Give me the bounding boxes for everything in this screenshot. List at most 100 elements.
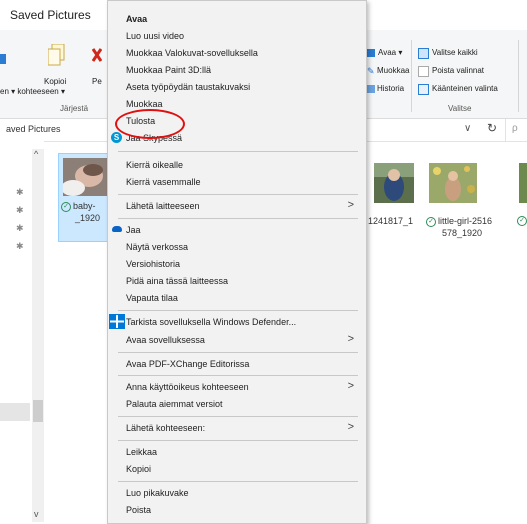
file-item-selected[interactable]: ✓ baby- _1920 — [58, 153, 108, 242]
menu-item-send-to-device[interactable]: Lähetä laitteeseen > — [108, 198, 364, 214]
address-dropdown-icon[interactable]: ∨ — [464, 123, 471, 134]
copy-icon — [48, 44, 65, 66]
menu-item-create-shortcut[interactable]: Luo pikakuvake — [126, 486, 189, 500]
history-icon — [367, 85, 375, 93]
menu-item-send-to-label: Lähetä kohteeseen: — [126, 423, 206, 433]
menu-item-version-history[interactable]: Versiohistoria — [126, 257, 180, 271]
menu-item-keep-on-device[interactable]: Pidä aina tässä laitteessa — [126, 274, 228, 288]
history-label: Historia — [377, 84, 405, 93]
menu-item-new-video[interactable]: Luo uusi video — [126, 29, 184, 43]
select-none-icon — [418, 66, 429, 77]
menu-separator — [118, 218, 358, 219]
file-item[interactable]: 1241817_1 — [366, 153, 420, 240]
invert-selection-button[interactable]: Käänteinen valinta — [418, 83, 526, 97]
address-path: aved Pictures — [6, 124, 61, 134]
search-icon: ρ — [512, 123, 518, 134]
menu-item-defender-scan-label: Tarkista sovelluksella Windows Defender.… — [126, 317, 297, 327]
pin-icon: ✱ — [16, 187, 24, 197]
menu-separator — [118, 310, 358, 311]
copy-label: Kopioi — [44, 77, 67, 86]
menu-item-give-access[interactable]: Anna käyttöoikeus kohteeseen > — [108, 379, 364, 395]
menu-item-defender-scan[interactable]: Tarkista sovelluksella Windows Defender.… — [108, 314, 364, 330]
file-name-line1: ✓ baby- — [61, 200, 96, 212]
file-name-line2: 578_1920 — [442, 228, 483, 238]
menu-item-edit-photos[interactable]: Muokkaa Valokuvat-sovelluksella — [126, 46, 258, 60]
child-photo-thumbnail — [374, 163, 414, 203]
select-all-icon — [418, 48, 429, 59]
menu-separator — [118, 416, 358, 417]
pin-icon: ✱ — [16, 223, 24, 233]
menu-item-open[interactable]: Avaa — [126, 12, 147, 26]
menu-separator — [118, 440, 358, 441]
file-item[interactable]: ✓ little-girl-2516 578_1920 — [424, 153, 504, 240]
organize-group-label: Järjestä — [60, 104, 89, 113]
menu-separator — [118, 481, 358, 482]
skype-icon: S — [111, 132, 122, 143]
file-name-line1: ✓ little-girl-2516 — [426, 215, 492, 227]
partial-photo-thumbnail — [519, 163, 527, 203]
select-all-button[interactable]: Valitse kaikki — [418, 47, 518, 61]
open-label: Avaa ▾ — [378, 48, 403, 57]
menu-item-free-space[interactable]: Vapauta tilaa — [126, 291, 178, 305]
submenu-arrow-icon: > — [347, 199, 354, 211]
submenu-arrow-icon: > — [347, 421, 354, 433]
file-item-partial[interactable]: ✓ — [516, 163, 527, 233]
menu-item-share[interactable]: Jaa — [108, 222, 364, 238]
open-button[interactable]: Avaa ▾ — [367, 47, 411, 61]
invert-selection-label: Käänteinen valinta — [432, 84, 498, 93]
delete-x-icon — [92, 48, 102, 62]
menu-separator — [118, 352, 358, 353]
open-icon — [367, 49, 375, 57]
menu-item-rotate-right[interactable]: Kierrä oikealle — [126, 158, 183, 172]
nav-scrollbar[interactable]: ^ v — [32, 149, 44, 522]
menu-separator — [118, 151, 358, 152]
menu-separator — [118, 375, 358, 376]
file-name: 1241817_1 — [368, 216, 414, 226]
windows-defender-icon — [109, 314, 125, 329]
menu-item-send-to[interactable]: Lähetä kohteeseen: > — [108, 420, 364, 436]
menu-item-edit-paint3d[interactable]: Muokkaa Paint 3D:llä — [126, 63, 211, 77]
menu-item-open-with-label: Avaa sovelluksessa — [126, 335, 205, 345]
window-title: Saved Pictures — [10, 8, 91, 22]
ribbon-separator-right — [518, 40, 519, 112]
menu-separator — [118, 194, 358, 195]
menu-item-delete[interactable]: Poista — [126, 503, 151, 517]
select-none-button[interactable]: Poista valinnat — [418, 65, 518, 79]
edit-label: Muokkaa — [377, 66, 410, 75]
submenu-arrow-icon: > — [347, 333, 354, 345]
invert-selection-icon — [418, 84, 429, 95]
menu-item-copy[interactable]: Kopioi — [126, 462, 151, 476]
nav-selected-item[interactable] — [0, 403, 30, 421]
scroll-down-icon[interactable]: v — [34, 509, 39, 519]
scroll-up-icon[interactable]: ^ — [34, 149, 38, 159]
menu-item-give-access-label: Anna käyttöoikeus kohteeseen — [126, 382, 249, 392]
onedrive-cloud-icon — [112, 226, 122, 232]
select-none-label: Poista valinnat — [432, 66, 485, 75]
menu-item-set-background[interactable]: Aseta työpöydän taustakuvaksi — [126, 80, 250, 94]
menu-item-rotate-left[interactable]: Kierrä vasemmalle — [126, 175, 201, 189]
menu-item-share-label: Jaa — [126, 225, 141, 235]
scroll-thumb[interactable] — [33, 400, 43, 422]
search-box[interactable]: ρ — [505, 119, 527, 141]
ribbon-separator — [411, 40, 412, 112]
menu-item-cut[interactable]: Leikkaa — [126, 445, 157, 459]
menu-item-send-to-device-label: Lähetä laitteeseen — [126, 201, 200, 211]
menu-item-open-with[interactable]: Avaa sovelluksessa > — [108, 332, 364, 348]
history-button[interactable]: Historia — [367, 83, 411, 97]
little-girl-photo-thumbnail — [429, 163, 477, 203]
paste-button[interactable]: Pe — [86, 44, 106, 94]
edit-button[interactable]: ✎ Muokkaa — [367, 65, 411, 79]
select-all-label: Valitse kaikki — [432, 48, 478, 57]
move-to-label[interactable]: en ▾ kohteeseen ▾ — [0, 87, 65, 96]
pin-icon: ✱ — [16, 205, 24, 215]
file-name-line2: _1920 — [75, 213, 101, 223]
paste-label: Pe — [92, 77, 102, 86]
menu-item-restore-versions[interactable]: Palauta aiemmat versiot — [126, 397, 223, 411]
pin-icon: ✱ — [16, 241, 24, 251]
context-menu: Avaa Luo uusi video Muokkaa Valokuvat-so… — [107, 0, 367, 524]
menu-item-view-online[interactable]: Näytä verkossa — [126, 240, 188, 254]
menu-item-open-pdfxchange[interactable]: Avaa PDF-XChange Editorissa — [126, 357, 249, 371]
select-group-label: Valitse — [448, 104, 472, 113]
baby-photo-thumbnail — [63, 158, 107, 196]
refresh-icon[interactable]: ↻ — [487, 121, 497, 135]
